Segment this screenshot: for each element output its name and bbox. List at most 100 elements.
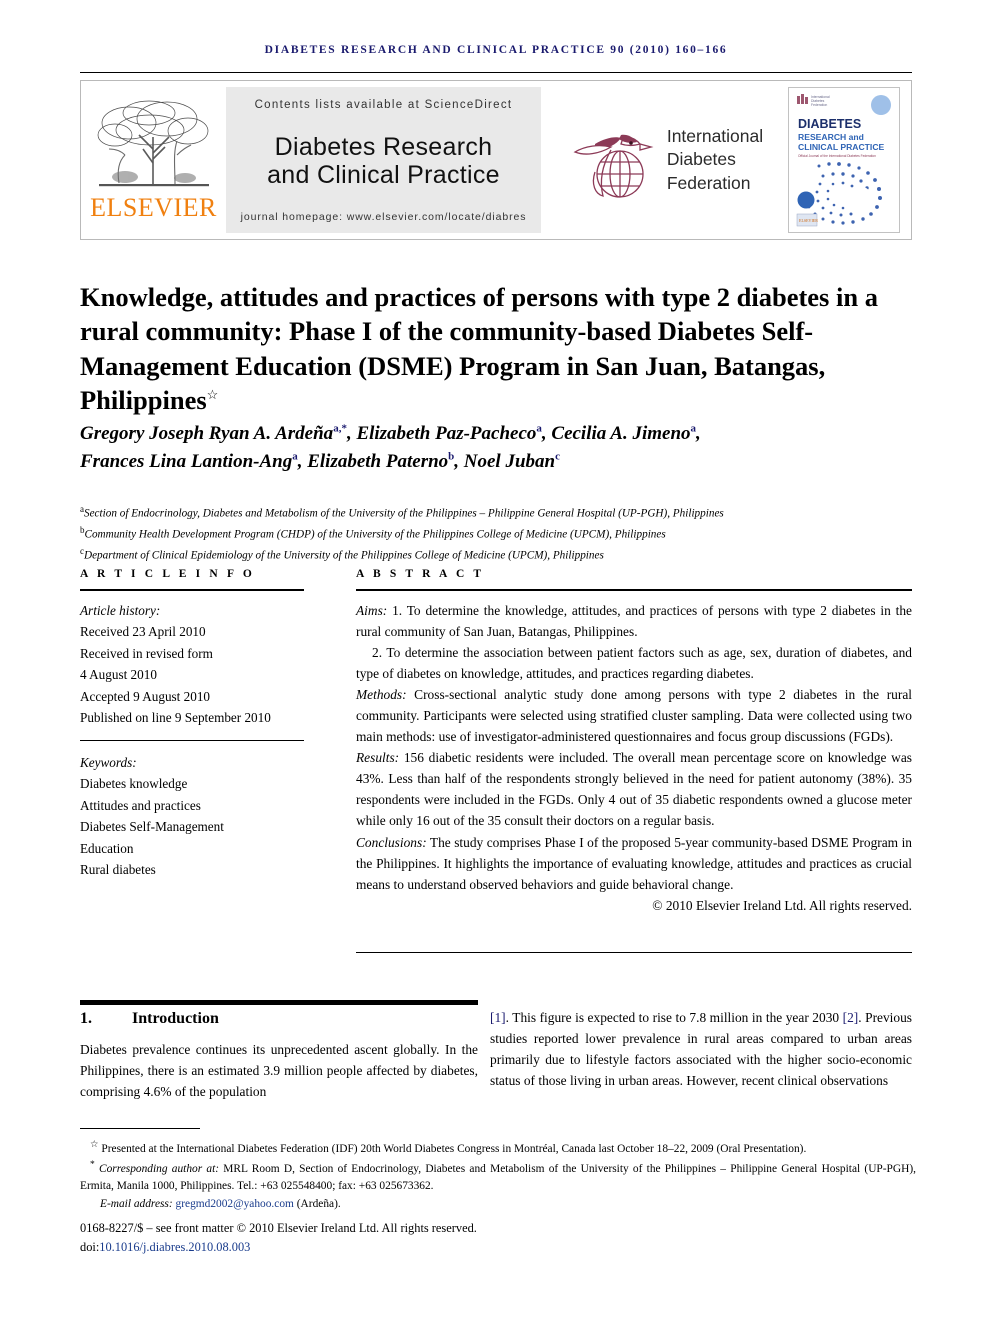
author-name[interactable]: Frances Lina Lantion-Ang (80, 451, 292, 472)
svg-text:DIABETES: DIABETES (798, 117, 861, 131)
affiliation-text: Section of Endocrinology, Diabetes and M… (84, 507, 724, 520)
footnote-presented: ☆ Presented at the International Diabete… (80, 1138, 916, 1158)
running-head: DIABETES RESEARCH AND CLINICAL PRACTICE … (264, 44, 728, 56)
society-name-line3: Federation (666, 172, 751, 193)
journal-masthead: ELSEVIER Contents lists available at Sci… (80, 80, 912, 240)
intro-column-right: [1]. This figure is expected to rise to … (490, 1008, 912, 1092)
article-history-item: Received in revised form (80, 645, 213, 661)
svg-text:ELSEVIER: ELSEVIER (799, 218, 818, 223)
abstract-aims-2: 2. To determine the association between … (356, 645, 912, 682)
abstract-aims-1-text: 1. To determine the knowledge, attitudes… (356, 603, 912, 640)
abstract-methods-text: Cross-sectional analytic study done amon… (356, 687, 912, 745)
abstract-aims-1: Aims: 1. To determine the knowledge, att… (356, 600, 912, 642)
section-number: 1. (80, 1010, 92, 1027)
article-page: DIABETES RESEARCH AND CLINICAL PRACTICE … (0, 0, 992, 1323)
footnote-email: E-mail address: gregmd2002@yahoo.com (Ar… (80, 1196, 916, 1213)
abstract-conclusions: Conclusions: The study comprises Phase I… (356, 832, 912, 895)
section-heading: 1. Introduction (80, 1010, 219, 1028)
society-logo: International Diabetes Federation (541, 81, 785, 239)
section-title: Introduction (132, 1010, 219, 1027)
affiliation-list: aSection of Endocrinology, Diabetes and … (80, 502, 916, 565)
intro-right-text-1: . This figure is expected to rise to 7.8… (505, 1010, 843, 1025)
article-history: Article history: Received 23 April 2010 … (80, 600, 310, 728)
author-name[interactable]: Elizabeth Paterno (307, 451, 448, 472)
journal-cover-thumbnail: International Diabetes Federation DIABET… (788, 87, 900, 233)
journal-title-panel: Contents lists available at ScienceDirec… (226, 87, 541, 233)
journal-homepage-line[interactable]: journal homepage: www.elsevier.com/locat… (241, 211, 527, 223)
svg-text:Federation: Federation (811, 103, 827, 107)
author-marks[interactable]: a,* (333, 423, 347, 435)
article-history-item: Accepted 9 August 2010 (80, 688, 211, 704)
footnote-rule (80, 1128, 200, 1129)
article-info-heading: A R T I C L E I N F O (80, 568, 255, 580)
imprint-block: 0168-8227/$ – see front matter © 2010 El… (80, 1219, 916, 1256)
keyword-item[interactable]: Rural diabetes (80, 859, 310, 880)
footnote-star-marker: ☆ (90, 1140, 99, 1150)
society-name: International Diabetes Federation (667, 125, 763, 196)
article-history-item: Published on line 9 September 2010 (80, 709, 271, 725)
footnote-corresponding: * Corresponding author at: MRL Room D, S… (80, 1158, 916, 1195)
author-marks[interactable]: a (691, 423, 697, 435)
footnote-asterisk-marker: * (90, 1160, 95, 1171)
idf-bird-globe-icon (573, 134, 654, 198)
issn-line: 0168-8227/$ – see front matter © 2010 El… (80, 1221, 477, 1235)
corresponding-label: Corresponding author at: (98, 1162, 220, 1175)
affiliation-item: bCommunity Health Development Program (C… (80, 523, 916, 544)
doi-line: doi:10.1016/j.diabres.2010.08.003 (80, 1238, 916, 1257)
abstract-results-text: 156 diabetic residents were included. Th… (356, 750, 912, 829)
society-name-line1: International (666, 125, 764, 146)
journal-title: Diabetes Research and Clinical Practice (267, 133, 500, 189)
affiliation-text: Department of Clinical Epidemiology of t… (84, 549, 604, 562)
abstract-conclusions-label: Conclusions: (356, 834, 427, 850)
keywords-list: Keywords: Diabetes knowledge Attitudes a… (80, 752, 310, 880)
journal-cover: International Diabetes Federation DIABET… (785, 81, 911, 239)
author-name[interactable]: Cecilia A. Jimeno (551, 423, 690, 444)
author-name[interactable]: Gregory Joseph Ryan A. Ardeña (80, 423, 333, 444)
svg-text:CLINICAL PRACTICE: CLINICAL PRACTICE (798, 142, 885, 152)
email-link[interactable]: gregmd2002@yahoo.com (176, 1198, 294, 1210)
author-marks[interactable]: b (448, 450, 454, 462)
affiliation-text: Community Health Development Program (CH… (84, 528, 666, 541)
abstract-methods: Methods: Cross-sectional analytic study … (356, 684, 912, 747)
publisher-logo: ELSEVIER (81, 81, 226, 239)
keywords-rule (80, 740, 304, 741)
abstract-methods-label: Methods: (356, 687, 407, 703)
abstract-conclusions-text: The study comprises Phase I of the propo… (356, 834, 912, 892)
citation-link[interactable]: [2] (843, 1010, 859, 1025)
citation-link[interactable]: [1] (490, 1010, 506, 1025)
contents-lists-line[interactable]: Contents lists available at ScienceDirec… (255, 99, 513, 111)
email-label: E-mail address: (100, 1197, 173, 1210)
author-name[interactable]: Noel Juban (464, 451, 555, 472)
svg-text:Official Journal of the Intern: Official Journal of the International Di… (798, 154, 876, 158)
footnote-block: ☆ Presented at the International Diabete… (80, 1138, 916, 1213)
keyword-item[interactable]: Diabetes Self-Management (80, 816, 310, 837)
society-name-line2: Diabetes (666, 149, 736, 170)
journal-title-line1: Diabetes Research (274, 133, 493, 161)
svg-text:RESEARCH and: RESEARCH and (798, 132, 864, 142)
doi-label: doi: (80, 1239, 100, 1254)
keyword-item[interactable]: Diabetes knowledge (80, 773, 310, 794)
article-history-item: 4 August 2010 (80, 667, 157, 683)
keyword-item[interactable]: Education (80, 838, 310, 859)
abstract-results: Results: 156 diabetic residents were inc… (356, 747, 912, 831)
intro-column-left: Diabetes prevalence continues its unprec… (80, 1042, 478, 1099)
abstract-rule (356, 589, 912, 591)
title-footnote-marker[interactable]: ☆ (207, 387, 219, 402)
author-marks[interactable]: c (555, 450, 560, 462)
author-marks[interactable]: a (536, 423, 542, 435)
title-text: Knowledge, attitudes and practices of pe… (80, 281, 878, 416)
keyword-item[interactable]: Attitudes and practices (80, 795, 310, 816)
author-name[interactable]: Elizabeth Paz-Pacheco (356, 423, 536, 444)
abstract-results-label: Results: (356, 750, 400, 766)
keywords-label: Keywords: (80, 755, 137, 770)
abstract-aims-label: Aims: (356, 603, 388, 618)
author-marks[interactable]: a (292, 450, 298, 462)
abstract-heading: A B S T R A C T (356, 568, 485, 580)
affiliation-item: aSection of Endocrinology, Diabetes and … (80, 502, 916, 523)
abstract-copyright: © 2010 Elsevier Ireland Ltd. All rights … (652, 897, 912, 913)
doi-link[interactable]: 10.1016/j.diabres.2010.08.003 (99, 1240, 250, 1254)
abstract-bottom-rule (356, 952, 912, 953)
page-title: Knowledge, attitudes and practices of pe… (80, 280, 900, 418)
journal-title-line2: and Clinical Practice (267, 161, 500, 189)
footnote-presented-text: Presented at the International Diabetes … (101, 1142, 807, 1155)
